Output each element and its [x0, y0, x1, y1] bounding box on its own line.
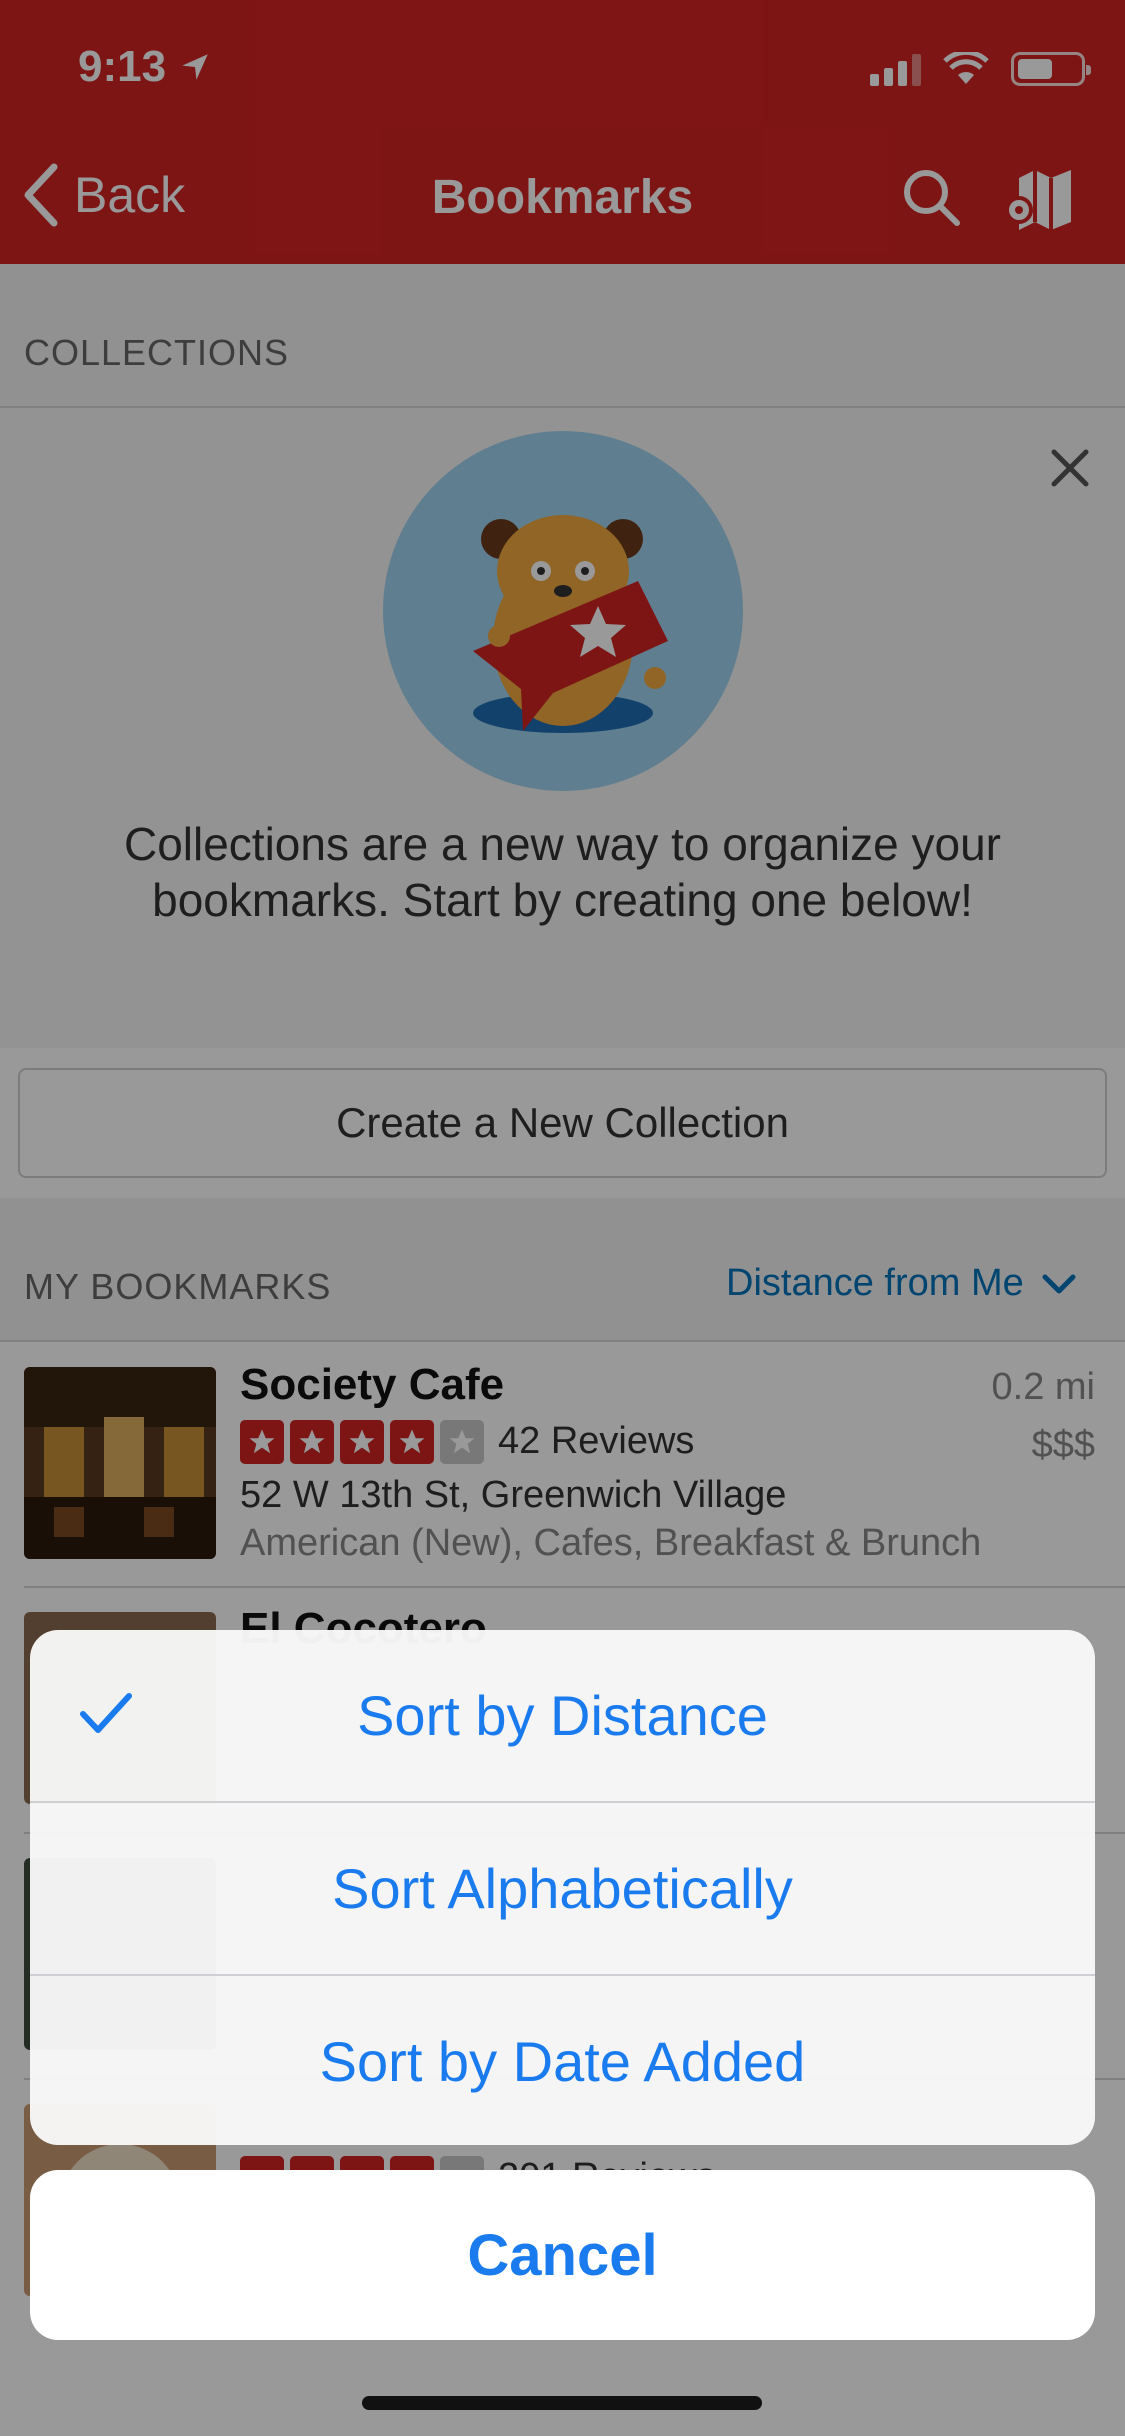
cancel-button[interactable]: Cancel [30, 2170, 1095, 2340]
option-label: Sort by Date Added [319, 2030, 806, 2093]
checkmark-icon [80, 1693, 132, 1733]
sort-action-sheet: Sort by Distance Sort Alphabetically Sor… [30, 1630, 1095, 2145]
sort-by-date-added-option[interactable]: Sort by Date Added [30, 1976, 1095, 2145]
sort-alphabetically-option[interactable]: Sort Alphabetically [30, 1803, 1095, 1974]
option-label: Sort Alphabetically [332, 1857, 793, 1920]
home-indicator [362, 2396, 762, 2410]
sort-by-distance-option[interactable]: Sort by Distance [30, 1630, 1095, 1801]
option-label: Sort by Distance [357, 1684, 768, 1747]
